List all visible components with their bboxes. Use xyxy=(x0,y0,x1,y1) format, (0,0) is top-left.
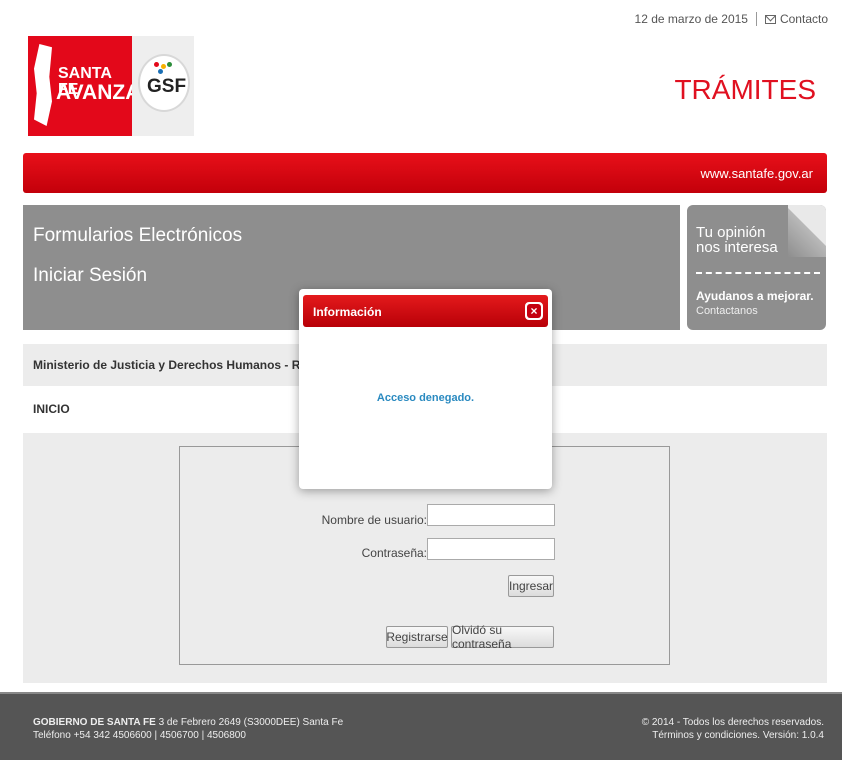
footer-org: GOBIERNO DE SANTA FE xyxy=(33,717,156,728)
mail-icon xyxy=(764,14,776,24)
footer-address-text: 3 de Febrero 2649 (S3000DEE) Santa Fe xyxy=(155,717,344,728)
top-meta: 12 de marzo de 2015 Contacto xyxy=(635,12,828,26)
gsf-logo-text: GSF xyxy=(147,76,187,97)
username-label: Nombre de usuario: xyxy=(321,513,427,527)
section-title: TRÁMITES xyxy=(674,74,816,105)
dashed-divider xyxy=(696,272,820,274)
page: 12 de marzo de 2015 Contacto SANTA FE AV… xyxy=(0,0,842,760)
contact-link[interactable]: Contacto xyxy=(764,12,828,26)
password-input[interactable] xyxy=(427,538,555,560)
inicio-heading: INICIO xyxy=(33,402,70,416)
red-banner: www.santafe.gov.ar xyxy=(23,153,827,193)
info-dialog: Información × Acceso denegado. xyxy=(299,289,552,489)
password-label: Contraseña: xyxy=(361,546,427,560)
forgot-password-button[interactable]: Olvidó su contraseña xyxy=(451,623,554,651)
footer-address: GOBIERNO DE SANTA FE 3 de Febrero 2649 (… xyxy=(33,717,343,728)
site-link[interactable]: www.santafe.gov.ar xyxy=(701,166,813,181)
page-title: Formularios Electrónicos xyxy=(33,225,243,246)
footer: GOBIERNO DE SANTA FE 3 de Febrero 2649 (… xyxy=(0,692,842,760)
feedback-line-2: nos interesa xyxy=(696,239,778,256)
username-input[interactable] xyxy=(427,504,555,526)
dialog-message: Acceso denegado. xyxy=(376,392,475,404)
feedback-cta: Ayudanos a mejorar. xyxy=(696,289,814,303)
dialog-title: Información xyxy=(313,305,382,319)
page-subtitle: Iniciar Sesión xyxy=(33,265,148,286)
province-map-icon xyxy=(34,44,52,126)
divider xyxy=(755,12,757,26)
login-button[interactable]: Ingresar xyxy=(508,575,554,597)
feedback-contact-link[interactable]: Contactanos xyxy=(696,305,758,317)
footer-phone: Teléfono +54 342 4506600 | 4506700 | 450… xyxy=(33,730,246,741)
feedback-banner[interactable]: Tu opinión nos interesa Ayudanos a mejor… xyxy=(687,205,826,330)
current-date: 12 de marzo de 2015 xyxy=(634,12,748,26)
dialog-header: Información × xyxy=(303,295,548,327)
gsf-dots-icon xyxy=(154,62,172,76)
footer-terms-link[interactable]: Términos y condiciones. Versión: 1.0.4 xyxy=(652,730,824,741)
register-button[interactable]: Registrarse xyxy=(386,626,448,648)
close-icon: × xyxy=(527,304,541,318)
santa-fe-avanza-logo[interactable]: SANTA FE AVANZA xyxy=(28,36,140,136)
gsf-logo[interactable]: GSF xyxy=(132,36,194,136)
contact-label: Contacto xyxy=(779,12,828,26)
page-curl-icon xyxy=(788,205,826,257)
logo-line-2: AVANZA xyxy=(56,81,141,104)
footer-copyright: © 2014 - Todos los derechos reservados. xyxy=(641,717,824,728)
close-button[interactable]: × xyxy=(525,302,543,320)
